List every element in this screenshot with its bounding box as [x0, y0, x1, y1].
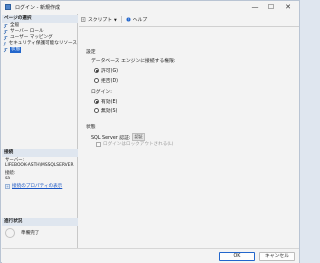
connection-properties-link[interactable]: 接続のプロパティの表示 [5, 183, 62, 189]
login-new-dialog: ログイン - 新規作成 — ☐ ✕ ページの選択 全般 サーバー ロール ユーザ… [0, 0, 300, 263]
disabled-radio-label: 無効(S) [101, 109, 118, 114]
progress-status: 準備完了 [5, 228, 39, 238]
settings-section-title: 設定 [86, 50, 96, 55]
enabled-radio-control[interactable] [94, 99, 99, 104]
grant-radio[interactable]: 許可(G) [94, 67, 118, 74]
app-icon [5, 4, 11, 10]
properties-icon [5, 183, 10, 189]
wrench-icon [3, 29, 8, 34]
deny-radio-label: 拒否(D) [101, 79, 119, 84]
sql-server-auth-badge: 認証 [132, 133, 145, 141]
dialog-footer: OK キャンセル [2, 248, 299, 263]
status-section-title: 状態 [86, 125, 96, 130]
maximize-button[interactable]: ☐ [263, 1, 279, 14]
toolbar: スクリプト ▼ ? ヘルプ [79, 14, 299, 25]
db-permission-label: データベース エンジンに接続する権限: [91, 59, 176, 64]
script-label: スクリプト [88, 18, 112, 23]
help-icon: ? [126, 17, 131, 22]
wrench-icon [3, 35, 8, 40]
progress-header: 進行状況 [2, 218, 78, 226]
connection-value: sa [5, 176, 10, 181]
locked-out-checkbox: ログインはロックアウトされる(L) [96, 141, 173, 147]
locked-out-checkbox-control [96, 141, 101, 147]
sidebar-item-label: 状態 [10, 47, 22, 53]
help-label: ヘルプ [132, 18, 148, 23]
wrench-icon [3, 23, 8, 28]
wrench-icon [3, 41, 7, 46]
sidebar-item-status[interactable]: 状態 [3, 47, 77, 53]
toolbar-separator [120, 16, 122, 23]
title-bar: ログイン - 新規作成 — ☐ ✕ [1, 1, 299, 14]
sql-server-auth-label: SQL Server 認証: [91, 135, 131, 141]
progress-spinner-icon [5, 228, 15, 238]
status-page-content: 設定 データベース エンジンに接続する権限: 許可(G) 拒否(D) ログイン:… [79, 26, 299, 246]
deny-radio-control[interactable] [94, 78, 99, 83]
grant-radio-label: 許可(G) [101, 69, 119, 74]
close-button[interactable]: ✕ [280, 1, 296, 14]
pages-header: ページの選択 [2, 15, 78, 23]
main-panel: スクリプト ▼ ? ヘルプ 設定 データベース エンジンに接続する権限: 許可(… [79, 14, 299, 248]
disabled-radio-control[interactable] [94, 108, 99, 113]
sql-server-auth-row: SQL Server 認証: 認証 [91, 133, 145, 141]
enabled-radio-label: 有効(E) [101, 100, 118, 105]
wrench-icon [3, 47, 8, 52]
window-title: ログイン - 新規作成 [15, 5, 60, 11]
grant-radio-control[interactable] [94, 68, 99, 73]
connection-header: 接続 [2, 149, 78, 157]
page-list: 全般 サーバー ロール ユーザー マッピング セキュリティ保護可能なリソース 状… [3, 23, 77, 53]
minimize-button[interactable]: — [247, 1, 263, 14]
deny-radio[interactable]: 拒否(D) [94, 77, 118, 84]
progress-status-text: 準備完了 [21, 231, 40, 236]
server-value: LIFEBOOK-ASTH\MSSQLSERVER [5, 163, 74, 168]
help-button[interactable]: ? ヘルプ [126, 16, 147, 23]
disabled-radio[interactable]: 無効(S) [94, 107, 117, 114]
script-icon [81, 17, 86, 22]
enabled-radio[interactable]: 有効(E) [94, 98, 117, 105]
locked-out-label: ログインはロックアウトされる(L) [103, 142, 174, 147]
script-button[interactable]: スクリプト ▼ [81, 16, 117, 23]
ok-button[interactable]: OK [219, 252, 255, 261]
cancel-button[interactable]: キャンセル [259, 252, 295, 261]
login-label: ログイン: [91, 90, 112, 95]
chevron-down-icon: ▼ [114, 17, 117, 22]
connection-properties-link-text: 接続のプロパティの表示 [12, 184, 63, 189]
sidebar: ページの選択 全般 サーバー ロール ユーザー マッピング セキュリティ保護可能… [2, 14, 78, 248]
